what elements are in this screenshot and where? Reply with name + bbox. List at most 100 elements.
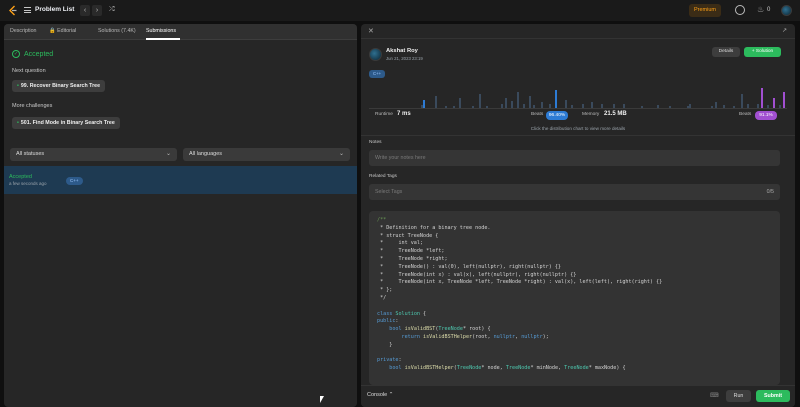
submission-time: a few seconds ago (9, 181, 47, 186)
next-question-label: Next question (12, 68, 46, 74)
code-line: * Definition for a binary tree node. (377, 224, 491, 231)
submission-language-badge: C++ (66, 177, 83, 185)
submission-row[interactable]: Accepted a few seconds ago C++ (4, 166, 357, 194)
shuffle-icon[interactable]: ⤮ (109, 6, 115, 14)
tab-editorial[interactable]: 🔒 Editorial (49, 28, 76, 34)
prev-problem-button[interactable]: ‹ (80, 5, 90, 16)
result-status: ✓ Accepted (12, 50, 53, 58)
tab-description[interactable]: Description (10, 28, 37, 34)
more-challenge-title: 501. Find Mode in Binary Search Tree (20, 120, 115, 126)
more-challenge-link[interactable]: • 501. Find Mode in Binary Search Tree (12, 117, 120, 129)
code-line: bool isValidBSTHelper(TreeNode* node, Tr… (389, 365, 626, 372)
avatar[interactable] (369, 48, 382, 61)
memory-value: 21.5 MB (604, 111, 627, 117)
streak-count[interactable]: 0 (767, 7, 770, 13)
submission-status: Accepted (9, 174, 32, 180)
dot-icon: • (17, 83, 19, 89)
code-line: } (377, 341, 393, 348)
left-panel: Description 🔒 Editorial Solutions (7.4K)… (4, 24, 357, 407)
leetcode-logo-icon[interactable] (8, 5, 18, 16)
lock-icon: 🔒 (49, 28, 56, 34)
code-line: * TreeNode() : val(0), left(nullptr), ri… (377, 263, 562, 270)
divider (361, 135, 795, 136)
distribution-bar (761, 88, 763, 108)
distribution-bar (459, 98, 461, 108)
next-problem-button[interactable]: › (92, 5, 102, 16)
list-icon[interactable] (24, 7, 31, 13)
code-line: private: (377, 357, 402, 364)
details-button[interactable]: Details (712, 47, 740, 57)
code-line: return isValidBSTHelper(root, nullptr, n… (401, 333, 549, 340)
active-tab-indicator (146, 38, 180, 40)
code-line: * }; (377, 287, 393, 294)
distribution-bar (783, 92, 785, 108)
divider (361, 38, 795, 39)
code-viewer[interactable]: /** * Definition for a binary tree node.… (369, 211, 780, 385)
distribution-bar (565, 100, 567, 108)
notes-label: Notes (369, 140, 382, 145)
next-question-link[interactable]: • 99. Recover Binary Search Tree (12, 80, 106, 92)
related-tags-label: Related Tags (369, 174, 397, 179)
more-challenges-label: More challenges (12, 103, 53, 109)
tab-editorial-label: Editorial (57, 28, 77, 34)
status-filter-select[interactable]: All statuses ⌄ (10, 148, 177, 161)
tab-submissions[interactable]: Submissions (146, 28, 176, 34)
code-line: * struct TreeNode { (377, 232, 439, 239)
code-line: bool isValidBST(TreeNode* root) { (389, 326, 491, 333)
distribution-bar (517, 92, 519, 108)
distribution-bar (741, 94, 743, 108)
console-toggle[interactable]: Console ⌃ (367, 392, 393, 398)
distribution-bar (479, 94, 481, 108)
fire-icon: ♨ (757, 5, 765, 14)
user-name[interactable]: Akshat Roy (386, 48, 418, 54)
memory-label: Memory (582, 112, 600, 117)
add-solution-button[interactable]: + Solution (744, 47, 781, 57)
language-filter-select[interactable]: All languages ⌄ (183, 148, 350, 161)
code-line: * TreeNode(int x) : val(x), left(nullptr… (377, 271, 577, 278)
code-line: * int val; (377, 240, 424, 247)
tags-select[interactable]: Select Tags 0/5 (369, 184, 780, 200)
runtime-beats-label: Beats (531, 112, 544, 117)
timer-icon[interactable] (735, 5, 745, 15)
distribution-chart[interactable] (369, 84, 787, 108)
avatar[interactable] (781, 5, 792, 16)
runtime-beats-badge: 96.40% (546, 111, 568, 120)
code-line: * TreeNode *right; (377, 255, 448, 262)
tab-solutions[interactable]: Solutions (7.4K) (98, 28, 136, 34)
premium-button[interactable]: Premium (689, 4, 721, 17)
submit-button[interactable]: Submit (756, 390, 790, 402)
console-label: Console (367, 392, 388, 398)
notes-input[interactable]: Write your notes here (369, 150, 780, 166)
top-navbar: Problem List ‹ › ⤮ Premium ♨ 0 (0, 0, 800, 21)
problem-list-link[interactable]: Problem List (35, 6, 74, 13)
distribution-bar (555, 90, 557, 108)
chart-hint: Click the distribution chart to view mor… (530, 126, 626, 131)
submission-date: Jun 21, 2023 23:19 (386, 56, 423, 61)
accepted-label: Accepted (24, 50, 54, 58)
code-line: /** (377, 217, 387, 223)
distribution-bar (423, 100, 425, 108)
code-line: * TreeNode(int x, TreeNode *left, TreeNo… (377, 279, 663, 286)
bottom-toolbar: Console ⌃ ⌨ Run Submit (361, 385, 795, 407)
runtime-label: Runtime (375, 112, 393, 117)
tab-bar: Description 🔒 Editorial Solutions (7.4K)… (4, 24, 357, 40)
language-filter-value: All languages (189, 151, 223, 157)
memory-beats-label: Beats (739, 112, 752, 117)
code-line: public: (377, 318, 399, 325)
run-button[interactable]: Run (726, 390, 751, 402)
close-icon[interactable]: ✕ (368, 27, 374, 35)
submission-detail-panel: ✕ ↗ Akshat Roy Jun 21, 2023 23:19 Detail… (361, 24, 795, 407)
keyboard-shortcut-icon[interactable]: ⌨ (710, 392, 719, 399)
distribution-bar (505, 98, 507, 108)
memory-beats-badge: 91.1% (755, 111, 777, 120)
dot-icon: • (17, 120, 19, 126)
chevron-down-icon: ⌄ (165, 151, 171, 157)
chevron-down-icon: ⌄ (338, 151, 344, 157)
chevron-right-icon: › (95, 7, 99, 14)
code-line: * TreeNode *left; (377, 248, 445, 255)
distribution-bar (435, 96, 437, 108)
external-link-icon[interactable]: ↗ (782, 27, 787, 34)
language-tag: C++ (369, 70, 386, 78)
distribution-bar (773, 98, 775, 108)
